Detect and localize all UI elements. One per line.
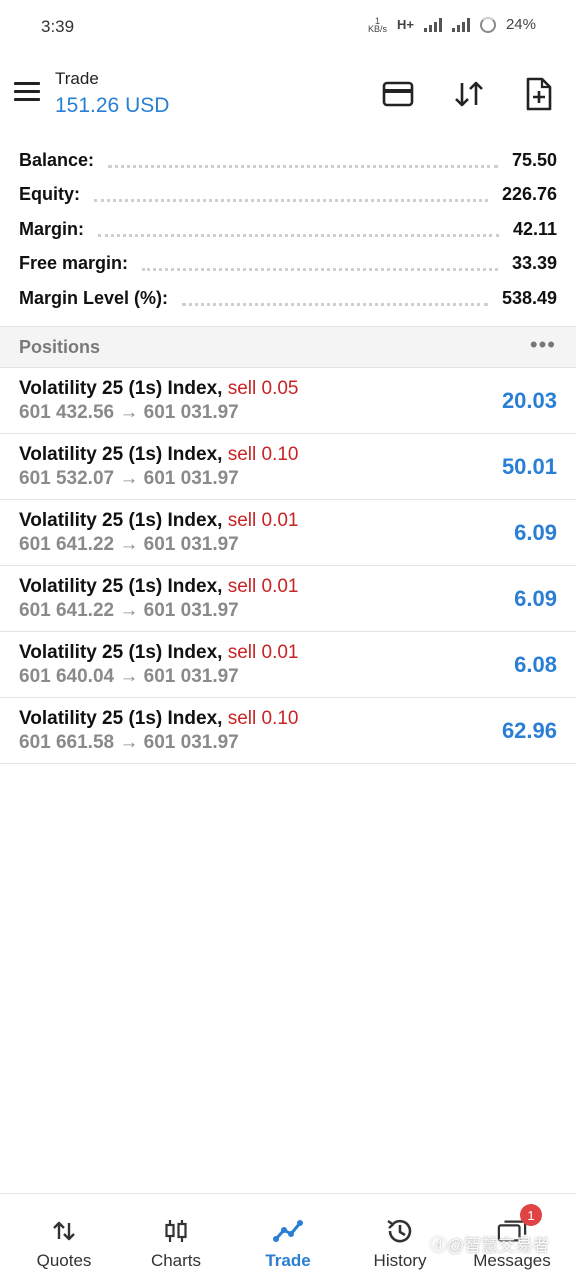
candlestick-icon bbox=[161, 1216, 191, 1246]
position-profit: 20.03 bbox=[501, 388, 557, 413]
dot-leader bbox=[94, 199, 488, 203]
network-type: H+ bbox=[396, 17, 414, 32]
net-speed-unit: KB/s bbox=[367, 23, 387, 34]
summary-row-margin: Margin: 42.11 bbox=[0, 212, 576, 247]
summary-value: 538.49 bbox=[501, 287, 557, 308]
summary-label: Free margin: bbox=[19, 253, 129, 274]
credit-card-icon[interactable] bbox=[380, 76, 416, 112]
position-prices: 601 532.07 → 601 031.97 bbox=[19, 468, 239, 489]
summary-value: 33.39 bbox=[511, 253, 557, 274]
position-title: Volatility 25 (1s) Index, sell 0.01 bbox=[19, 510, 299, 532]
position-prices: 601 641.22 → 601 031.97 bbox=[19, 600, 239, 621]
account-balance-header: 151.26 USD bbox=[55, 94, 170, 117]
net-speed: 1 KB/s bbox=[367, 16, 387, 34]
position-side: sell 0.01 bbox=[227, 642, 299, 663]
nav-charts[interactable]: Charts bbox=[120, 1194, 232, 1280]
position-profit: 6.08 bbox=[514, 652, 557, 677]
position-title: Volatility 25 (1s) Index, sell 0.10 bbox=[19, 444, 299, 466]
position-row[interactable]: Volatility 25 (1s) Index, sell 0.01 601 … bbox=[0, 566, 576, 632]
position-row[interactable]: Volatility 25 (1s) Index, sell 0.01 601 … bbox=[0, 632, 576, 698]
position-side: sell 0.01 bbox=[227, 576, 299, 597]
position-symbol: Volatility 25 (1s) Index, bbox=[19, 510, 223, 531]
position-symbol: Volatility 25 (1s) Index, bbox=[19, 642, 223, 663]
position-row[interactable]: Volatility 25 (1s) Index, sell 0.05 601 … bbox=[0, 368, 576, 434]
nav-label: Quotes bbox=[36, 1251, 92, 1270]
position-prices: 601 661.58 → 601 031.97 bbox=[19, 732, 239, 753]
position-title: Volatility 25 (1s) Index, sell 0.05 bbox=[19, 378, 299, 400]
position-symbol: Volatility 25 (1s) Index, bbox=[19, 444, 223, 465]
position-prices: 601 641.22 → 601 031.97 bbox=[19, 534, 239, 555]
bottom-navigation: Quotes Charts Trade History 1 Messages ⓓ… bbox=[0, 1193, 576, 1280]
summary-value: 226.76 bbox=[501, 184, 557, 205]
position-profit: 62.96 bbox=[501, 718, 557, 743]
position-title: Volatility 25 (1s) Index, sell 0.01 bbox=[19, 576, 299, 598]
positions-title: Positions bbox=[19, 336, 101, 357]
nav-label: Charts bbox=[150, 1251, 202, 1270]
watermark: ⓓ@智慧交易者 bbox=[430, 1236, 550, 1255]
summary-row-margin-level: Margin Level (%): 538.49 bbox=[0, 281, 576, 316]
summary-row-balance: Balance: 75.50 bbox=[0, 143, 576, 178]
signal-icon-2 bbox=[451, 17, 470, 32]
more-options-icon[interactable]: ••• bbox=[530, 334, 556, 356]
nav-quotes[interactable]: Quotes bbox=[8, 1194, 120, 1280]
summary-label: Margin Level (%): bbox=[19, 287, 169, 308]
summary-value: 75.50 bbox=[511, 149, 557, 170]
position-symbol: Volatility 25 (1s) Index, bbox=[19, 378, 223, 399]
history-icon bbox=[385, 1216, 415, 1246]
position-profit: 6.09 bbox=[514, 586, 557, 611]
position-title: Volatility 25 (1s) Index, sell 0.10 bbox=[19, 708, 299, 730]
summary-label: Equity: bbox=[19, 184, 80, 205]
dot-leader bbox=[142, 268, 498, 272]
summary-value: 42.11 bbox=[512, 218, 557, 239]
messages-badge: 1 bbox=[520, 1204, 542, 1226]
page-title: Trade bbox=[55, 69, 99, 88]
nav-trade[interactable]: Trade bbox=[232, 1194, 344, 1280]
position-row[interactable]: Volatility 25 (1s) Index, sell 0.01 601 … bbox=[0, 500, 576, 566]
new-order-icon[interactable] bbox=[521, 76, 557, 112]
quotes-icon bbox=[49, 1216, 79, 1246]
position-side: sell 0.10 bbox=[227, 708, 299, 729]
battery-icon bbox=[479, 16, 496, 33]
summary-row-free-margin: Free margin: 33.39 bbox=[0, 247, 576, 282]
position-symbol: Volatility 25 (1s) Index, bbox=[19, 576, 223, 597]
summary-label: Balance: bbox=[19, 149, 95, 170]
summary-label: Margin: bbox=[19, 218, 84, 239]
status-bar: 3:39 1 KB/s H+ 24% bbox=[0, 0, 576, 56]
position-profit: 6.09 bbox=[514, 520, 557, 545]
battery-level: 24% bbox=[505, 16, 536, 33]
position-prices: 601 432.56 → 601 031.97 bbox=[19, 402, 239, 423]
dot-leader bbox=[98, 233, 499, 237]
summary-row-equity: Equity: 226.76 bbox=[0, 178, 576, 213]
trade-line-icon bbox=[273, 1216, 303, 1246]
menu-icon[interactable] bbox=[14, 82, 40, 102]
dot-leader bbox=[108, 164, 498, 168]
position-side: sell 0.01 bbox=[227, 510, 299, 531]
position-symbol: Volatility 25 (1s) Index, bbox=[19, 708, 223, 729]
position-title: Volatility 25 (1s) Index, sell 0.01 bbox=[19, 642, 299, 664]
position-row[interactable]: Volatility 25 (1s) Index, sell 0.10 601 … bbox=[0, 698, 576, 764]
position-side: sell 0.05 bbox=[227, 378, 299, 399]
position-side: sell 0.10 bbox=[227, 444, 299, 465]
position-row[interactable]: Volatility 25 (1s) Index, sell 0.10 601 … bbox=[0, 434, 576, 500]
dot-leader bbox=[182, 302, 488, 306]
position-prices: 601 640.04 → 601 031.97 bbox=[19, 666, 239, 687]
signal-icon bbox=[423, 17, 442, 32]
account-summary: Balance: 75.50 Equity: 226.76 Margin: 42… bbox=[0, 143, 576, 316]
app-header: Trade 151.26 USD bbox=[0, 56, 576, 140]
nav-label: Trade bbox=[265, 1251, 311, 1270]
positions-list: Volatility 25 (1s) Index, sell 0.05 601 … bbox=[0, 368, 576, 764]
position-profit: 50.01 bbox=[501, 454, 557, 479]
sort-arrows-icon[interactable] bbox=[451, 76, 487, 112]
status-icons: 1 KB/s H+ 24% bbox=[368, 16, 536, 33]
status-time: 3:39 bbox=[41, 17, 75, 36]
positions-section-header: Positions ••• bbox=[0, 326, 576, 368]
